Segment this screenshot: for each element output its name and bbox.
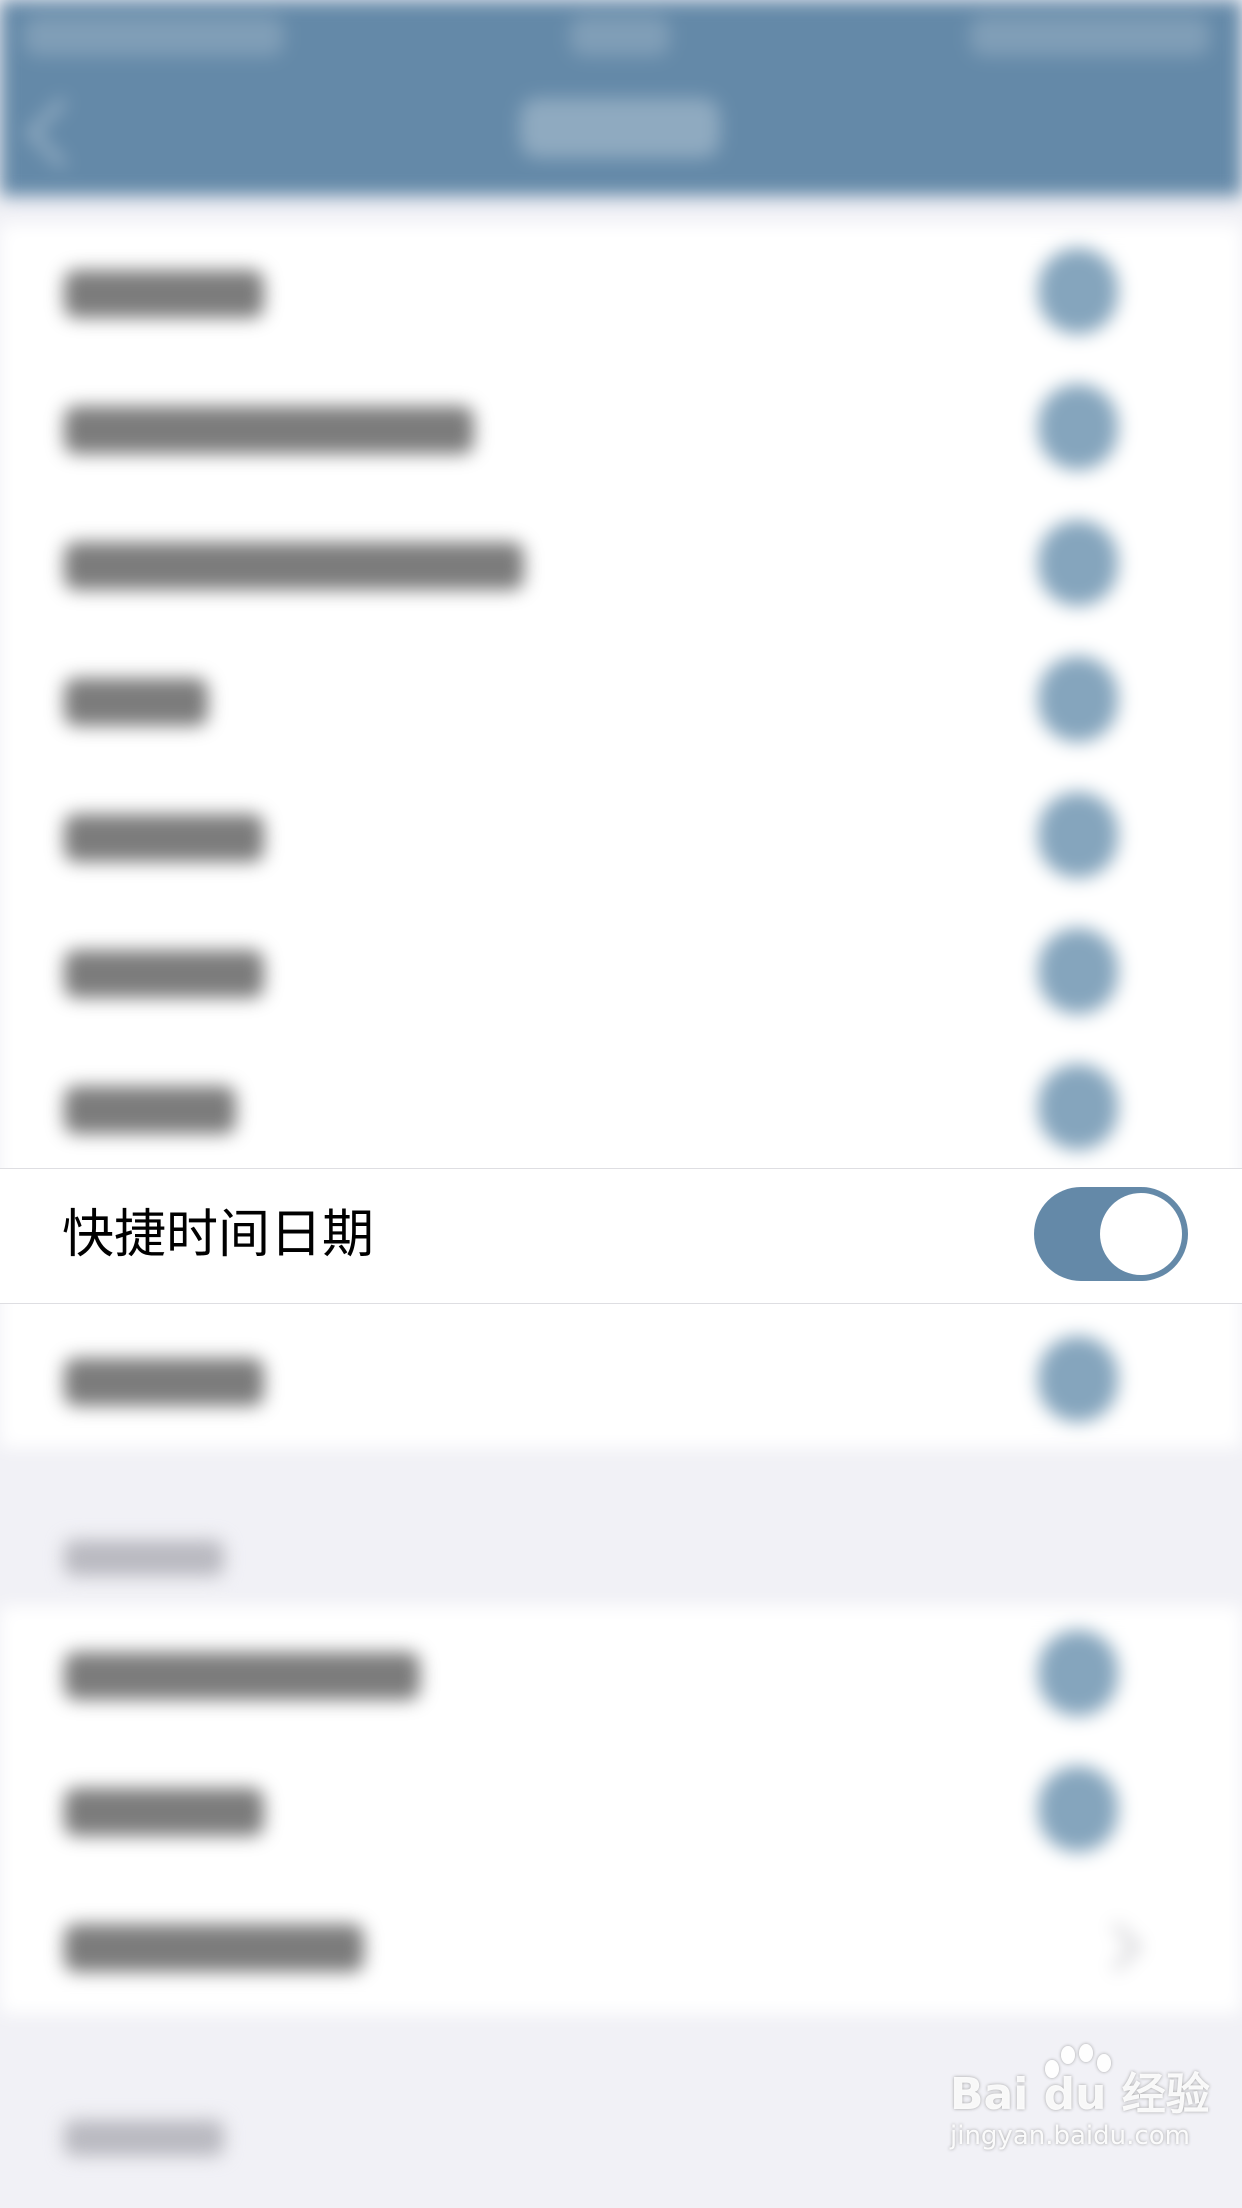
back-icon[interactable]: [25, 97, 97, 169]
section-header: [64, 2120, 224, 2156]
toggle-switch[interactable]: [1038, 656, 1118, 742]
toggle-switch[interactable]: [1038, 1630, 1118, 1716]
list-item[interactable]: [0, 632, 1242, 768]
list-item[interactable]: [0, 1312, 1242, 1448]
toggle-switch[interactable]: [1038, 248, 1118, 334]
row-label: [64, 1358, 264, 1406]
list-item[interactable]: [0, 360, 1242, 496]
list-item[interactable]: [0, 1742, 1242, 1878]
baidu-jingyan-watermark: Bai du 经验 jingyan.baidu.com: [950, 2044, 1210, 2152]
status-bar-right: [970, 16, 1210, 56]
row-label: [64, 542, 524, 590]
status-bar-left: [24, 16, 284, 56]
list-item[interactable]: [0, 224, 1242, 360]
blurred-background: [0, 0, 1242, 2208]
navigation-bar: [0, 0, 1242, 196]
row-label: [64, 406, 474, 454]
list-item[interactable]: [0, 1606, 1242, 1742]
settings-section-2: [0, 1606, 1242, 2014]
row-label: [64, 1924, 364, 1972]
chevron-right-icon: [1092, 1922, 1142, 1972]
nav-title: [520, 98, 720, 158]
toggle-switch[interactable]: [1038, 520, 1118, 606]
row-label: [64, 270, 264, 318]
watermark-url: jingyan.baidu.com: [950, 2121, 1190, 2151]
row-label: [64, 1086, 236, 1134]
toggle-switch[interactable]: [1038, 792, 1118, 878]
list-item[interactable]: [0, 496, 1242, 632]
status-bar-center: [570, 16, 670, 56]
list-item[interactable]: [0, 904, 1242, 1040]
settings-row-quick-time-date[interactable]: 快捷时间日期: [0, 1168, 1242, 1304]
list-item[interactable]: [0, 1878, 1242, 2014]
toggle-switch[interactable]: [1038, 1766, 1118, 1852]
row-label: [64, 814, 264, 862]
toggle-knob: [1100, 1193, 1182, 1275]
toggle-switch[interactable]: [1034, 1187, 1188, 1281]
paw-icon: [1045, 2044, 1115, 2080]
section-header: [64, 1540, 224, 1576]
list-item[interactable]: [0, 768, 1242, 904]
row-label: [64, 950, 264, 998]
row-label: 快捷时间日期: [62, 1205, 375, 1265]
row-label: [64, 678, 208, 726]
toggle-switch[interactable]: [1038, 928, 1118, 1014]
row-label: [64, 1788, 264, 1836]
toggle-switch[interactable]: [1038, 1064, 1118, 1150]
row-label: [64, 1652, 420, 1700]
list-item[interactable]: [0, 1040, 1242, 1176]
toggle-switch[interactable]: [1038, 1336, 1118, 1422]
toggle-switch[interactable]: [1038, 384, 1118, 470]
